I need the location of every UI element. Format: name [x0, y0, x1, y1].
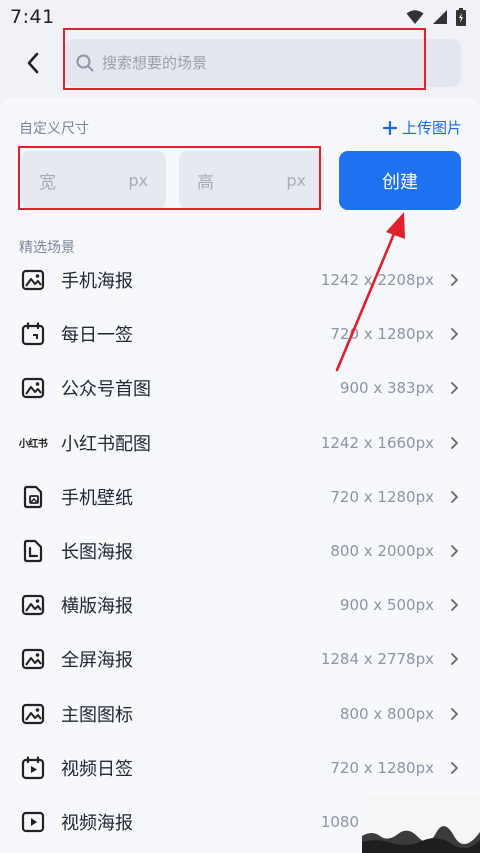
- chevron-right-icon: [451, 761, 458, 774]
- scene-size: 720 x 1280px: [330, 487, 434, 506]
- upload-image-button[interactable]: 上传图片: [382, 117, 462, 138]
- scene-size: 720 x 1280px: [330, 758, 434, 777]
- signal-icon: [433, 10, 447, 24]
- scene-item[interactable]: 公众号首图 900 x 383px: [0, 361, 480, 415]
- scene-item[interactable]: 手机壁纸 720 x 1280px: [0, 470, 480, 524]
- width-placeholder: 宽: [39, 172, 56, 193]
- chevron-right-icon: [451, 545, 458, 557]
- scene-name: 手机海报: [61, 271, 133, 293]
- height-placeholder: 高: [197, 172, 214, 193]
- image-icon: [20, 646, 46, 672]
- status-time: 7:41: [10, 6, 55, 28]
- chevron-right-icon: [451, 490, 458, 503]
- scene-item[interactable]: 手机海报 1242 x 2208px: [0, 253, 480, 307]
- search-input[interactable]: [102, 54, 402, 72]
- xiaohongshu-logo-text: 小红书: [18, 439, 48, 451]
- chevron-right-icon: [451, 707, 458, 720]
- status-bar: 7:41: [0, 0, 480, 34]
- back-button[interactable]: [18, 48, 48, 78]
- status-icons: [406, 8, 466, 26]
- chevron-left-icon: [27, 52, 39, 74]
- scene-item[interactable]: 全屏海报 1284 x 2778px: [0, 632, 480, 686]
- scene-name: 公众号首图: [61, 379, 151, 401]
- scene-size: 900 x 383px: [339, 379, 434, 398]
- video-icon: [20, 809, 46, 835]
- width-unit: px: [128, 170, 148, 190]
- wifi-icon: [406, 10, 424, 24]
- scene-size: 900 x 500px: [339, 596, 434, 615]
- content-sheet: 自定义尺寸 上传图片 宽 px 高 px 创建 精选场景 手机海报 1242 x…: [0, 97, 480, 853]
- image-icon: [20, 701, 46, 727]
- height-field[interactable]: 高 px: [179, 151, 324, 209]
- daily-card-icon: [20, 321, 46, 347]
- create-button[interactable]: 创建: [339, 151, 461, 210]
- video-calendar-icon: [20, 755, 46, 781]
- scene-name: 全屏海报: [61, 650, 133, 672]
- top-bar: [0, 34, 480, 94]
- scene-name: 每日一签: [61, 325, 133, 347]
- chevron-right-icon: [451, 653, 458, 666]
- chevron-right-icon: [451, 436, 458, 449]
- battery-icon: [456, 8, 466, 26]
- chevron-right-icon: [451, 382, 458, 395]
- width-field[interactable]: 宽 px: [21, 151, 166, 209]
- image-icon: [20, 375, 46, 401]
- chevron-right-icon: [451, 328, 458, 341]
- chevron-right-icon: [451, 599, 458, 612]
- height-unit: px: [286, 170, 306, 190]
- scene-size: 800 x 2000px: [330, 542, 434, 561]
- upload-image-label: 上传图片: [401, 119, 462, 137]
- scene-size: 1284 x 2778px: [320, 650, 434, 669]
- scene-list: 手机海报 1242 x 2208px 每日一签 720 x 1280px 公众号…: [0, 253, 480, 849]
- scene-size: 1242 x 2208px: [320, 271, 434, 290]
- corner-thumbnail: [362, 796, 480, 853]
- scene-name: 视频海报: [61, 812, 133, 834]
- plus-icon: [382, 120, 397, 135]
- scene-size: 1242 x 1660px: [320, 433, 434, 452]
- scene-name: 小红书配图: [61, 433, 151, 455]
- long-image-icon: [20, 538, 46, 564]
- custom-size-label: 自定义尺寸: [19, 121, 89, 137]
- scene-size: 800 x 800px: [339, 704, 434, 723]
- scene-name: 长图海报: [61, 542, 133, 564]
- scene-item[interactable]: 视频日签 720 x 1280px: [0, 741, 480, 795]
- scene-name: 横版海报: [61, 596, 133, 618]
- scene-size: 720 x 1280px: [330, 325, 434, 344]
- search-icon: [76, 54, 94, 72]
- xiaohongshu-logo-icon: 小红书: [18, 430, 48, 456]
- search-box[interactable]: [64, 39, 461, 87]
- scene-item[interactable]: 横版海报 900 x 500px: [0, 578, 480, 632]
- scene-name: 主图图标: [61, 704, 133, 726]
- wallpaper-icon: [20, 484, 46, 510]
- chevron-right-icon: [451, 274, 458, 286]
- scene-item[interactable]: 小红书 小红书配图 1242 x 1660px: [0, 416, 480, 470]
- scene-item[interactable]: 长图海报 800 x 2000px: [0, 524, 480, 578]
- scene-item[interactable]: 每日一签 720 x 1280px: [0, 307, 480, 361]
- scene-name: 手机壁纸: [61, 487, 133, 509]
- scene-name: 视频日签: [61, 758, 133, 780]
- image-icon: [20, 267, 46, 293]
- image-icon: [20, 592, 46, 618]
- scene-item[interactable]: 主图图标 800 x 800px: [0, 687, 480, 741]
